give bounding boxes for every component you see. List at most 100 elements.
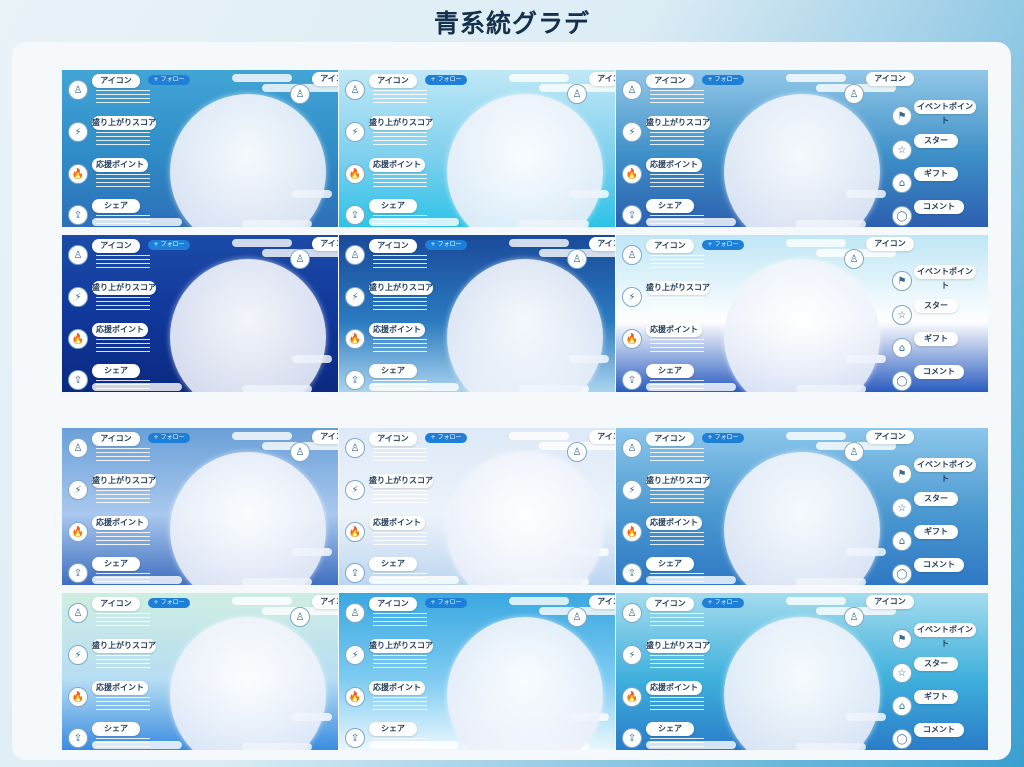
star-icon[interactable]: ☆ xyxy=(892,498,912,518)
lightning-icon[interactable]: ⚡ xyxy=(345,645,365,665)
share-icon[interactable]: ⇪ xyxy=(68,370,88,390)
person-icon[interactable]: ♙ xyxy=(622,80,642,100)
fire-icon[interactable]: 🔥 xyxy=(345,329,365,349)
fire-icon[interactable]: 🔥 xyxy=(622,687,642,707)
follow-button[interactable]: + フォロー xyxy=(425,433,467,443)
fire-icon[interactable]: 🔥 xyxy=(622,329,642,349)
theme-preview[interactable]: ♙ アイコン ⚡ 盛り上がりスコア 🔥 応援ポイント ⇪ シェア + フォロー ♙ アイコン ⚑ イベン… xyxy=(616,428,988,585)
lightning-icon[interactable]: ⚡ xyxy=(622,122,642,142)
lightning-icon[interactable]: ⚡ xyxy=(68,645,88,665)
gift-icon[interactable]: ⌂ xyxy=(892,696,912,716)
share-icon[interactable]: ⇪ xyxy=(622,728,642,748)
theme-preview[interactable]: ♙アイコン⚡盛り上がりスコア🔥応援ポイント⇪シェア+ フォロー♙アイコン xyxy=(62,70,338,227)
theme-preview[interactable]: ♙ アイコン ⚡ 盛り上がりスコア 🔥 応援ポイント ⇪ シェア + フォロー ♙ アイコン ⚑ イベン… xyxy=(616,70,988,227)
share-icon[interactable]: ⇪ xyxy=(345,563,365,583)
person-icon[interactable]: ♙ xyxy=(844,84,864,104)
gift-icon[interactable]: ⌂ xyxy=(892,531,912,551)
share-icon[interactable]: ⇪ xyxy=(345,205,365,225)
lightning-icon[interactable]: ⚡ xyxy=(622,480,642,500)
share-icon[interactable]: ⇪ xyxy=(68,728,88,748)
person-icon[interactable]: ♙ xyxy=(345,438,365,458)
theme-preview[interactable]: ♙アイコン⚡盛り上がりスコア🔥応援ポイント⇪シェア+ フォロー♙アイコン xyxy=(339,235,615,392)
lightning-icon[interactable]: ⚡ xyxy=(345,480,365,500)
person-icon[interactable]: ♙ xyxy=(68,80,88,100)
person-icon[interactable]: ♙ xyxy=(622,603,642,623)
follow-button[interactable]: + フォロー xyxy=(425,240,467,250)
lightning-icon[interactable]: ⚡ xyxy=(68,122,88,142)
fire-icon[interactable]: 🔥 xyxy=(68,522,88,542)
theme-preview[interactable]: ♙ アイコン ⚡ 盛り上がりスコア 🔥 応援ポイント ⇪ シェア + フォロー ♙ アイコン ⚑ イベン… xyxy=(616,593,988,750)
follow-button[interactable]: + フォロー xyxy=(425,75,467,85)
theme-preview[interactable]: ♙アイコン⚡盛り上がりスコア🔥応援ポイント⇪シェア+ フォロー♙アイコン xyxy=(339,428,615,585)
comment-icon[interactable]: ◯ xyxy=(892,729,912,749)
lightning-icon[interactable]: ⚡ xyxy=(68,480,88,500)
share-icon[interactable]: ⇪ xyxy=(68,205,88,225)
person-icon[interactable]: ♙ xyxy=(622,245,642,265)
person-icon[interactable]: ♙ xyxy=(844,442,864,462)
lightning-icon[interactable]: ⚡ xyxy=(345,287,365,307)
fire-icon[interactable]: 🔥 xyxy=(68,329,88,349)
theme-preview[interactable]: ♙アイコン⚡盛り上がりスコア🔥応援ポイント⇪シェア+ フォロー♙アイコン xyxy=(62,235,338,392)
person-icon[interactable]: ♙ xyxy=(290,607,310,627)
follow-button[interactable]: + フォロー xyxy=(702,598,744,608)
person-icon[interactable]: ♙ xyxy=(68,438,88,458)
person-icon[interactable]: ♙ xyxy=(345,245,365,265)
share-icon[interactable]: ⇪ xyxy=(345,728,365,748)
person-icon[interactable]: ♙ xyxy=(290,84,310,104)
comment-icon[interactable]: ◯ xyxy=(892,371,912,391)
person-icon[interactable]: ♙ xyxy=(844,607,864,627)
share-icon[interactable]: ⇪ xyxy=(68,563,88,583)
person-icon[interactable]: ♙ xyxy=(567,84,587,104)
comment-icon[interactable]: ◯ xyxy=(892,206,912,226)
comment-icon[interactable]: ◯ xyxy=(892,564,912,584)
fire-icon[interactable]: 🔥 xyxy=(345,164,365,184)
follow-button[interactable]: + フォロー xyxy=(702,433,744,443)
fire-icon[interactable]: 🔥 xyxy=(622,522,642,542)
person-icon[interactable]: ♙ xyxy=(345,80,365,100)
share-icon[interactable]: ⇪ xyxy=(622,205,642,225)
lightning-icon[interactable]: ⚡ xyxy=(68,287,88,307)
flag-icon[interactable]: ⚑ xyxy=(892,106,912,126)
person-icon[interactable]: ♙ xyxy=(290,442,310,462)
flag-icon[interactable]: ⚑ xyxy=(892,271,912,291)
person-icon[interactable]: ♙ xyxy=(567,249,587,269)
star-icon[interactable]: ☆ xyxy=(892,305,912,325)
person-icon[interactable]: ♙ xyxy=(290,249,310,269)
follow-button[interactable]: + フォロー xyxy=(425,598,467,608)
share-icon[interactable]: ⇪ xyxy=(622,370,642,390)
person-icon[interactable]: ♙ xyxy=(567,607,587,627)
theme-preview[interactable]: ♙アイコン⚡盛り上がりスコア🔥応援ポイント⇪シェア+ フォロー♙アイコン xyxy=(339,70,615,227)
person-icon[interactable]: ♙ xyxy=(567,442,587,462)
fire-icon[interactable]: 🔥 xyxy=(68,164,88,184)
theme-preview[interactable]: ♙ アイコン ⚡ 盛り上がりスコア 🔥 応援ポイント ⇪ シェア + フォロー ♙ アイコン ⚑ イベン… xyxy=(616,235,988,392)
fire-icon[interactable]: 🔥 xyxy=(622,164,642,184)
follow-button[interactable]: + フォロー xyxy=(148,598,190,608)
person-icon[interactable]: ♙ xyxy=(68,603,88,623)
person-icon[interactable]: ♙ xyxy=(622,438,642,458)
lightning-icon[interactable]: ⚡ xyxy=(345,122,365,142)
person-icon[interactable]: ♙ xyxy=(345,603,365,623)
share-icon[interactable]: ⇪ xyxy=(345,370,365,390)
follow-button[interactable]: + フォロー xyxy=(148,240,190,250)
share-icon[interactable]: ⇪ xyxy=(622,563,642,583)
follow-button[interactable]: + フォロー xyxy=(702,240,744,250)
gift-icon[interactable]: ⌂ xyxy=(892,338,912,358)
star-icon[interactable]: ☆ xyxy=(892,663,912,683)
fire-icon[interactable]: 🔥 xyxy=(345,687,365,707)
person-icon[interactable]: ♙ xyxy=(68,245,88,265)
fire-icon[interactable]: 🔥 xyxy=(345,522,365,542)
follow-button[interactable]: + フォロー xyxy=(148,433,190,443)
flag-icon[interactable]: ⚑ xyxy=(892,464,912,484)
follow-button[interactable]: + フォロー xyxy=(702,75,744,85)
flag-icon[interactable]: ⚑ xyxy=(892,629,912,649)
follow-button[interactable]: + フォロー xyxy=(148,75,190,85)
theme-preview[interactable]: ♙アイコン⚡盛り上がりスコア🔥応援ポイント⇪シェア+ フォロー♙アイコン xyxy=(339,593,615,750)
star-icon[interactable]: ☆ xyxy=(892,140,912,160)
lightning-icon[interactable]: ⚡ xyxy=(622,287,642,307)
person-icon[interactable]: ♙ xyxy=(844,249,864,269)
theme-preview[interactable]: ♙アイコン⚡盛り上がりスコア🔥応援ポイント⇪シェア+ フォロー♙アイコン xyxy=(62,593,338,750)
gift-icon[interactable]: ⌂ xyxy=(892,173,912,193)
theme-preview[interactable]: ♙アイコン⚡盛り上がりスコア🔥応援ポイント⇪シェア+ フォロー♙アイコン xyxy=(62,428,338,585)
fire-icon[interactable]: 🔥 xyxy=(68,687,88,707)
lightning-icon[interactable]: ⚡ xyxy=(622,645,642,665)
